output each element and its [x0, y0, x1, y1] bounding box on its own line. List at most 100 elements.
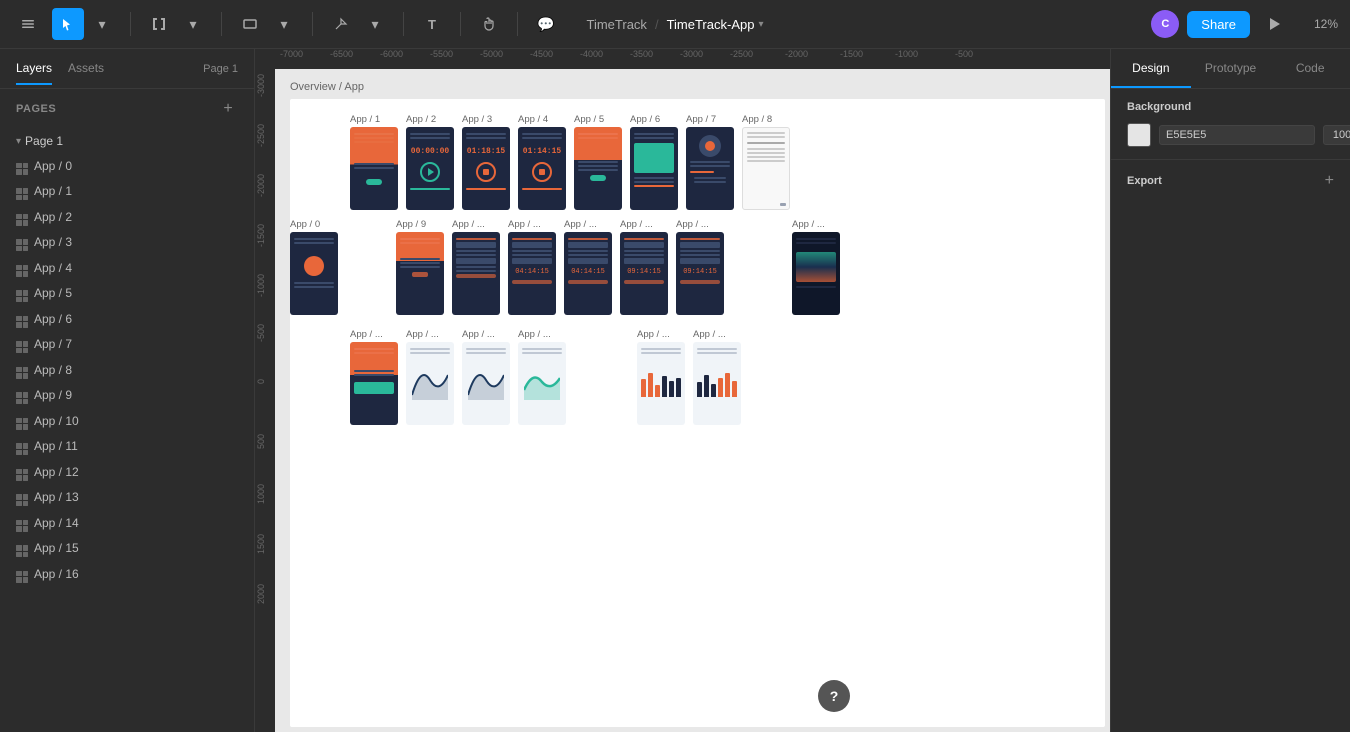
app-frame-4[interactable]: App / 4 01:14:15 [518, 114, 566, 210]
layer-item[interactable]: App / 14 [0, 510, 254, 536]
layer-item-label: App / 13 [34, 490, 79, 504]
tool-group-frame: ▾ [143, 8, 209, 40]
layer-item[interactable]: App / 5 [0, 281, 254, 307]
layer-item[interactable]: App / 2 [0, 204, 254, 230]
separator-3 [312, 12, 313, 36]
background-row: 👁 [1127, 123, 1334, 147]
layer-item[interactable]: App / 6 [0, 306, 254, 332]
layer-item[interactable]: App / 0 [0, 153, 254, 179]
layer-item-label: App / 10 [34, 414, 79, 428]
play-button[interactable] [1258, 8, 1290, 40]
app-frame-r2-6[interactable]: App / ... 09:14:15 [676, 219, 724, 315]
layer-item[interactable]: App / 7 [0, 332, 254, 358]
canvas[interactable]: -7000 -6500 -6000 -5500 -5000 -4500 -400… [255, 49, 1110, 732]
shape-tool[interactable] [234, 8, 266, 40]
layer-item-label: App / 3 [34, 235, 72, 249]
pen-tool[interactable] [325, 8, 357, 40]
layer-grid-icon [16, 463, 28, 481]
app-frame-9[interactable]: App / 9 [396, 219, 444, 315]
export-add-button[interactable]: + [1325, 172, 1334, 190]
app-frame-r3-4[interactable]: App / ... [518, 329, 566, 425]
artboard: Overview / App App / 1 [290, 99, 1105, 727]
hand-tool[interactable] [473, 8, 505, 40]
ruler-num: -7000 [280, 49, 303, 59]
layer-item[interactable]: App / 16 [0, 561, 254, 587]
ruler-num: -2000 [785, 49, 808, 59]
layer-item[interactable]: App / 4 [0, 255, 254, 281]
layer-item[interactable]: App / 1 [0, 179, 254, 205]
tab-assets[interactable]: Assets [68, 53, 104, 85]
frame-tool[interactable] [143, 8, 175, 40]
layer-grid-icon [16, 234, 28, 252]
separator-4 [403, 12, 404, 36]
app-frame-5[interactable]: App / 5 [574, 114, 622, 210]
app-frame-1[interactable]: App / 1 [350, 114, 398, 210]
frame-dropdown[interactable]: ▾ [177, 8, 209, 40]
tab-layers[interactable]: Layers [16, 53, 52, 85]
ruler-num: -1500 [840, 49, 863, 59]
pen-dropdown[interactable]: ▾ [359, 8, 391, 40]
app-frame-8[interactable]: App / 8 [742, 114, 790, 210]
text-tool[interactable]: T [416, 8, 448, 40]
help-button[interactable]: ? [818, 680, 850, 712]
layer-item-label: App / 4 [34, 261, 72, 275]
tab-design[interactable]: Design [1111, 49, 1191, 88]
file-name[interactable]: TimeTrack-App ▾ [667, 17, 764, 32]
layer-grid-icon [16, 438, 28, 456]
app-frame-r3-2[interactable]: App / ... [406, 329, 454, 425]
app-frame-r3-5[interactable]: App / ... [637, 329, 685, 425]
select-dropdown[interactable]: ▾ [86, 8, 118, 40]
select-tool[interactable] [52, 8, 84, 40]
page-item-1[interactable]: ▾ Page 1 [0, 129, 254, 153]
app-frame-r2-5[interactable]: App / ... 09:14:15 [620, 219, 668, 315]
ruler-num: -5500 [430, 49, 453, 59]
layer-item[interactable]: App / 15 [0, 536, 254, 562]
layer-grid-icon [16, 412, 28, 430]
ruler-num: -2500 [730, 49, 753, 59]
app-frame-r2-7[interactable]: App / ... [792, 219, 840, 315]
app-frame-r3-6[interactable]: App / ... [693, 329, 741, 425]
layer-item[interactable]: App / 12 [0, 459, 254, 485]
layer-grid-icon [16, 336, 28, 354]
shape-dropdown[interactable]: ▾ [268, 8, 300, 40]
layer-grid-icon [16, 489, 28, 507]
layer-item-label: App / 16 [34, 567, 79, 581]
layer-item-label: App / 14 [34, 516, 79, 530]
app-frame-r3-1[interactable]: App / ... [350, 329, 398, 425]
layer-item-label: App / 5 [34, 286, 72, 300]
app-frame-r2-3[interactable]: App / ... 04:14:15 [508, 219, 556, 315]
app-frame-r2-4[interactable]: App / ... 04:14:15 [564, 219, 612, 315]
comment-tool[interactable]: 💬 [530, 8, 562, 40]
tool-group-shapes: ▾ [234, 8, 300, 40]
app-frame-7[interactable]: App / 7 [686, 114, 734, 210]
layer-item[interactable]: App / 10 [0, 408, 254, 434]
app-frame-r3-3[interactable]: App / ... [462, 329, 510, 425]
breadcrumb: Overview / App [290, 81, 364, 93]
avatar: C [1151, 10, 1179, 38]
menu-button[interactable] [12, 8, 44, 40]
share-button[interactable]: Share [1187, 11, 1250, 38]
path-separator: / [655, 17, 659, 32]
add-page-button[interactable]: + [218, 99, 238, 119]
tab-code[interactable]: Code [1270, 49, 1350, 88]
background-opacity-input[interactable] [1323, 125, 1350, 145]
ruler-num: -6000 [380, 49, 403, 59]
layer-item[interactable]: App / 11 [0, 434, 254, 460]
frame-row-1: App / 1 App / 2 [350, 114, 790, 210]
layer-item[interactable]: App / 8 [0, 357, 254, 383]
background-hex-input[interactable] [1159, 125, 1315, 145]
app-frame-3[interactable]: App / 3 01:18:15 [462, 114, 510, 210]
layer-item-label: App / 8 [34, 363, 72, 377]
background-color-swatch[interactable] [1127, 123, 1151, 147]
zoom-level[interactable]: 12% [1298, 17, 1338, 31]
app-frame-6[interactable]: App / 6 [630, 114, 678, 210]
layer-item[interactable]: App / 3 [0, 230, 254, 256]
ruler-num: -500 [955, 49, 973, 59]
layer-item[interactable]: App / 9 [0, 383, 254, 409]
layer-item[interactable]: App / 13 [0, 485, 254, 511]
tab-prototype[interactable]: Prototype [1191, 49, 1271, 88]
app-frame-r2-2[interactable]: App / ... [452, 219, 500, 315]
app-frame-0[interactable]: App / 0 [290, 219, 338, 315]
app-frame-2[interactable]: App / 2 00:00:00 [406, 114, 454, 210]
main-content: Layers Assets Page 1 Pages + ▾ Page 1 Ap… [0, 49, 1350, 732]
